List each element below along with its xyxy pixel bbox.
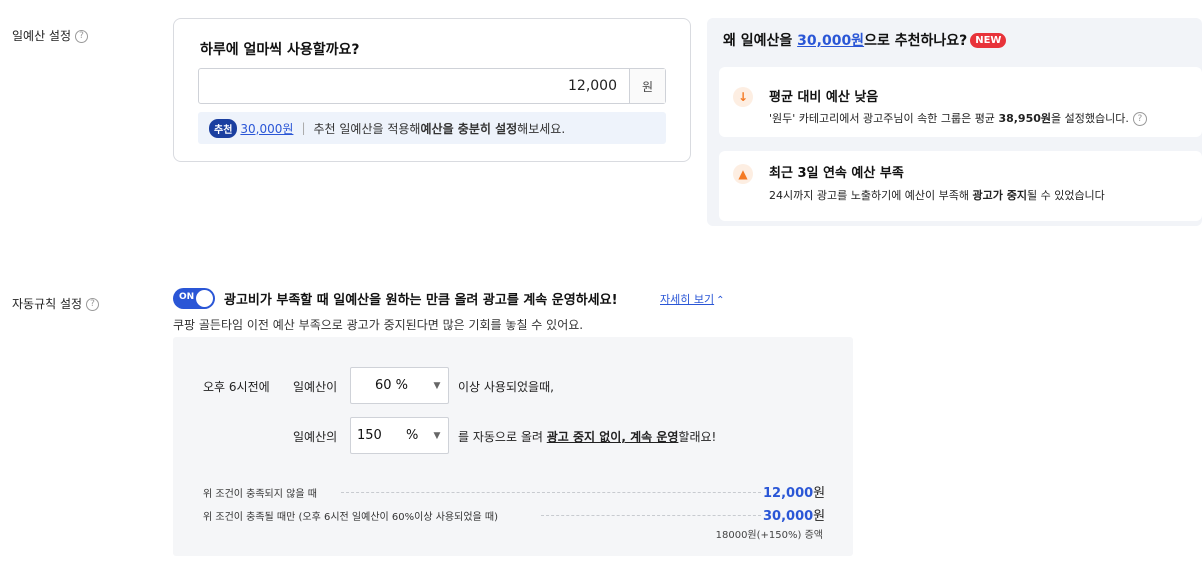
usage-percent-value: 60 %	[375, 378, 409, 393]
rule-row2-suffix: 를 자동으로 올려 광고 중지 없이, 계속 운영할래요!	[458, 430, 717, 444]
rule-row1-suffix: 이상 사용되었을때,	[458, 380, 554, 394]
recommend-badge: 추천	[209, 118, 238, 138]
help-icon[interactable]: ?	[1132, 112, 1147, 126]
rule-config-box: 오후 6시전에 일예산이 60 % ▼ 이상 사용되었을때, 일예산의 150 …	[173, 337, 853, 556]
summary-label: 위 조건이 충족될 때만 (오후 6시전 일예산이 60%이상 사용되었을 때)	[203, 512, 498, 523]
why-amount-link[interactable]: 30,000원	[797, 33, 864, 49]
help-icon[interactable]: ?	[75, 30, 89, 43]
increase-percent-value[interactable]: 150	[351, 428, 406, 443]
reason-title: 최근 3일 연속 예산 부족	[769, 166, 904, 181]
daily-budget-section-label: 일예산 설정?	[12, 27, 89, 44]
new-badge: NEW	[970, 33, 1007, 48]
recommend-amount-link[interactable]: 30,000원	[240, 120, 293, 137]
auto-rule-subtext: 쿠팡 골든타임 이전 예산 부족으로 광고가 중지된다면 많은 기회를 놓칠 수…	[173, 318, 584, 332]
why-title: 왜 일예산을 30,000원으로 추천하나요? NEW	[723, 30, 1007, 50]
usage-percent-select[interactable]: 60 % ▼	[350, 367, 449, 404]
reason-desc: '원두' 카테고리에서 광고주님이 속한 그룹은 평균 38,950원을 설정했…	[769, 110, 1147, 126]
dotted-leader	[341, 492, 761, 493]
reason-title: 평균 대비 예산 낮음	[769, 90, 879, 105]
auto-rule-section-label: 자동규칙 설정?	[12, 295, 100, 312]
recommend-text-suffix: 해보세요.	[517, 121, 566, 136]
auto-rule-headline: 광고비가 부족할 때 일예산을 원하는 만큼 올려 광고를 계속 운영하세요!	[224, 293, 618, 308]
summary-label: 위 조건이 충족되지 않을 때	[203, 489, 317, 500]
increase-percent-unit: %	[406, 428, 419, 443]
increase-note: 18000원(+150%) 증액	[715, 530, 823, 541]
budget-question: 하루에 얼마씩 사용할까요?	[200, 42, 360, 58]
auto-rule-toggle[interactable]: ON	[173, 288, 215, 309]
reason-card-low-budget: ↓ 평균 대비 예산 낮음 '원두' 카테고리에서 광고주님이 속한 그룹은 평…	[719, 67, 1202, 137]
daily-budget-input[interactable]	[199, 69, 629, 103]
budget-unit-label: 원	[629, 69, 665, 103]
summary-value: 12,000원	[763, 486, 826, 501]
toggle-knob	[196, 290, 213, 307]
why-recommend-panel: 왜 일예산을 30,000원으로 추천하나요? NEW ↓ 평균 대비 예산 낮음…	[707, 18, 1202, 226]
toggle-label: ON	[179, 292, 195, 302]
reason-card-budget-shortage: ▲ 최근 3일 연속 예산 부족 24시까지 광고를 노출하기에 예산이 부족해…	[719, 151, 1202, 221]
detail-link[interactable]: 자세히 보기 ⌃	[660, 291, 725, 307]
increase-percent-field[interactable]: 150 % ▼	[350, 417, 449, 454]
chevron-up-icon: ⌃	[716, 295, 725, 306]
help-icon[interactable]: ?	[86, 298, 100, 311]
daily-budget-field[interactable]: 원	[198, 68, 666, 104]
dotted-leader	[541, 515, 761, 516]
summary-value: 30,000원	[763, 509, 826, 524]
recommend-bar: 추천 30,000원 | 추천 일예산을 적용해 예산을 충분히 설정 해보세요.	[198, 112, 666, 144]
arrow-down-icon: ↓	[733, 87, 753, 107]
rule-budget-label-2: 일예산의	[293, 430, 338, 444]
reason-desc: 24시까지 광고를 노출하기에 예산이 부족해 광고가 중지될 수 있었습니다	[769, 189, 1105, 202]
warning-icon: ▲	[733, 164, 753, 184]
rule-budget-label: 일예산이	[293, 380, 338, 394]
recommend-text-bold: 예산을 충분히 설정	[420, 121, 518, 136]
daily-budget-card: 하루에 얼마씩 사용할까요? 원 추천 30,000원 | 추천 일예산을 적용…	[173, 18, 691, 162]
recommend-text-prefix: 추천 일예산을 적용해	[313, 121, 421, 136]
divider: |	[301, 121, 306, 135]
caret-down-icon: ▼	[433, 380, 441, 391]
rule-time-label: 오후 6시전에	[203, 380, 270, 394]
caret-down-icon: ▼	[433, 430, 441, 441]
